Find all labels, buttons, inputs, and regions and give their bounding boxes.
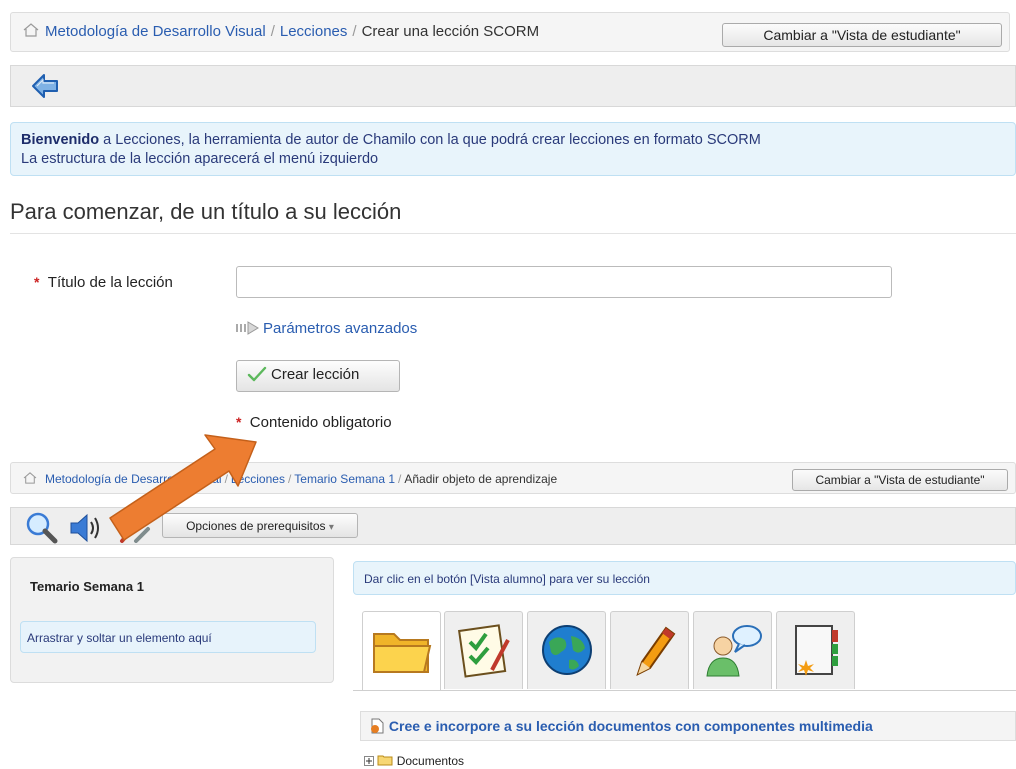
lesson-title-input[interactable] [236,266,892,298]
lesson-title-label: * Título de la lección [34,274,173,291]
tab-documents[interactable] [362,611,441,691]
tab-links[interactable] [527,611,606,689]
folder-icon [373,633,432,673]
breadcrumb-separator: / [287,472,292,486]
lesson-toolbar [10,65,1016,107]
lesson-structure-panel [10,557,334,683]
breadcrumb-course[interactable]: Metodología de Desarrollo Visual [45,23,266,40]
section-header: Cree e incorpore a su lección documentos… [360,711,1016,741]
advanced-params-link[interactable]: Parámetros avanzados [236,320,417,339]
tab-sections[interactable] [776,611,855,689]
home-icon[interactable] [23,472,39,486]
document-add-icon [369,718,389,734]
student-view-notice: Dar clic en el botón [Vista alumno] para… [353,561,1016,595]
home-icon[interactable] [23,23,39,37]
welcome-line2: La estructura de la lección aparecerá el… [21,151,379,167]
back-arrow-icon[interactable] [31,73,59,99]
advanced-params-label: Parámetros avanzados [263,320,418,337]
page-title: Para comenzar, de un título a su lección [10,199,402,224]
welcome-line1: a Lecciones, la herramienta de autor de … [99,132,761,148]
tabs-divider [353,690,1016,691]
welcome-bold: Bienvenido [21,132,100,148]
prerequisites-dropdown[interactable]: Opciones de prerequisitos ▾ [162,513,358,538]
tab-exercises[interactable] [444,611,523,689]
tab-editor[interactable] [610,611,689,689]
breadcrumb-trail: Metodología de Desarrollo Visual / Leccion… [23,23,539,40]
breadcrumb-course[interactable]: Metodología de Desarrollo Visual [45,472,222,486]
breadcrumb-separator: / [270,23,275,40]
tree-item-documents[interactable]: Documentos [364,754,464,768]
lesson-title-label-text: Título de la lección [47,274,173,291]
tree-item-label: Documentos [396,754,465,768]
create-lesson-label: Crear lección [271,366,360,383]
required-note: * Contenido obligatorio [236,414,392,431]
chevron-down-icon: ▾ [328,521,334,533]
required-note-text: Contenido obligatorio [249,414,392,431]
breadcrumb-separator: / [224,472,228,486]
breadcrumb-separator: / [352,23,357,40]
globe-icon [542,625,592,675]
prerequisites-label: Opciones de prerequisitos [186,518,326,533]
folder-icon [377,754,396,768]
check-icon [247,366,267,386]
chat-users-icon [706,625,762,677]
breadcrumb-current: Crear una lección SCORM [361,23,540,40]
breadcrumb-separator: / [398,472,402,486]
magnifier-icon[interactable] [24,510,58,549]
breadcrumb-lessons[interactable]: Lecciones [280,23,348,40]
lesson-structure-title: Temario Semana 1 [30,579,144,594]
breadcrumb-current: Añadir objeto de aprendizaje [404,472,558,486]
required-mark: * [34,274,40,290]
breadcrumb-lessons[interactable]: Lecciones [231,472,285,486]
section-title: Cree e incorpore a su lección documentos… [388,718,873,734]
divider [10,233,1016,234]
tools-icon[interactable] [118,515,152,548]
expand-icon[interactable] [364,754,377,768]
pencil-icon [636,626,676,676]
welcome-notice: Bienvenido a Lecciones, la herramienta d… [10,122,1016,176]
speaker-icon[interactable] [68,512,104,549]
switch-student-view-button[interactable]: Cambiar a "Vista de estudiante" [722,23,1002,47]
create-lesson-button[interactable]: Crear lección [236,360,400,392]
notebook-icon [795,625,838,676]
checklist-icon [458,624,510,678]
required-mark: * [236,414,242,430]
builder-toolbar [10,507,1016,545]
breadcrumb-trail-secondary: Metodología de Desarrollo Visual / Leccion… [23,472,557,486]
expand-arrow-icon [236,321,260,339]
switch-student-view-button[interactable]: Cambiar a "Vista de estudiante" [792,469,1008,491]
tab-forums[interactable] [693,611,772,689]
breadcrumb-lesson[interactable]: Temario Semana 1 [294,472,395,486]
drop-zone[interactable]: Arrastrar y soltar un elemento aquí [20,621,316,653]
